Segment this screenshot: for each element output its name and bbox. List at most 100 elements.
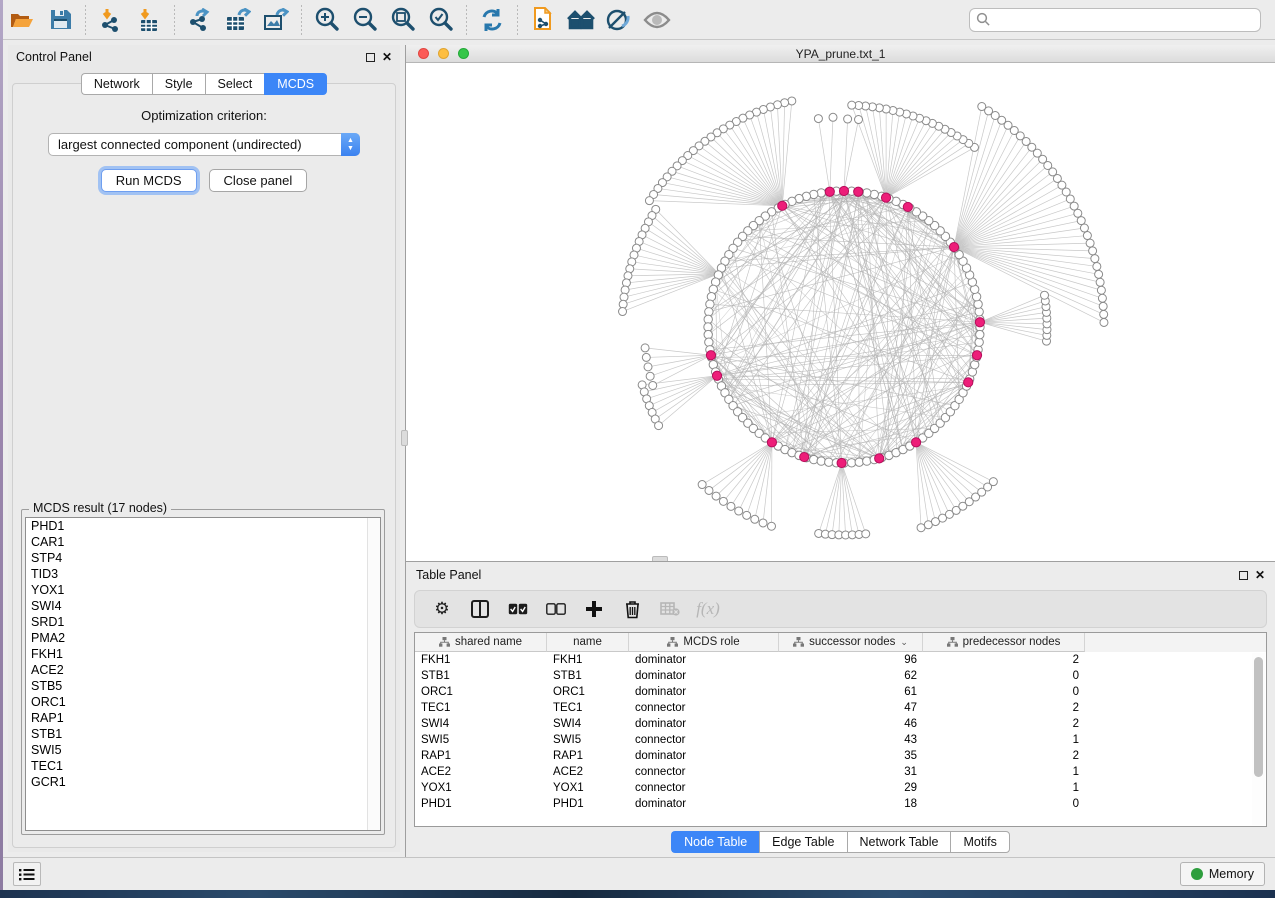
mcds-result-item[interactable]: SWI5 xyxy=(26,742,380,758)
import-table-icon[interactable] xyxy=(130,4,168,36)
table-row[interactable]: FKH1FKH1dominator962 xyxy=(415,652,1266,668)
function-builder-icon: f(x) xyxy=(691,594,725,624)
search-input[interactable] xyxy=(991,13,1254,27)
table-cell: 0 xyxy=(923,670,1085,682)
toggle-style-icon[interactable] xyxy=(600,4,638,36)
mcds-result-item[interactable]: CAR1 xyxy=(26,534,380,550)
table-scrollbar-thumb[interactable] xyxy=(1254,657,1263,777)
mcds-result-item[interactable]: YOX1 xyxy=(26,582,380,598)
column-header-MCDS-role[interactable]: MCDS role xyxy=(629,633,779,652)
table-row[interactable]: ORC1ORC1dominator610 xyxy=(415,684,1266,700)
tab-style[interactable]: Style xyxy=(152,73,205,95)
refresh-network-icon[interactable] xyxy=(473,4,511,36)
mcds-result-item[interactable]: RAP1 xyxy=(26,710,380,726)
show-panels-button[interactable] xyxy=(13,862,41,886)
mcds-result-title: MCDS result (17 nodes) xyxy=(29,501,171,515)
control-panel-title: Control Panel xyxy=(16,50,92,64)
network-graph[interactable] xyxy=(406,63,1274,560)
table-row[interactable]: YOX1YOX1connector291 xyxy=(415,780,1266,796)
delete-column-icon[interactable] xyxy=(615,594,649,624)
tab-edge-table[interactable]: Edge Table xyxy=(759,831,846,853)
column-header-name[interactable]: name xyxy=(547,633,629,652)
deselect-all-icon[interactable] xyxy=(539,594,573,624)
vertical-splitter-handle[interactable] xyxy=(401,430,408,446)
table-row[interactable]: STB1STB1dominator620 xyxy=(415,668,1266,684)
settings-icon[interactable]: ⚙ xyxy=(425,594,459,624)
table-cell: YOX1 xyxy=(547,782,629,794)
table-scrollbar[interactable] xyxy=(1252,653,1265,825)
network-from-file-icon[interactable] xyxy=(524,4,562,36)
table-row[interactable]: SWI4SWI4dominator462 xyxy=(415,716,1266,732)
toggle-visibility-icon[interactable] xyxy=(638,4,676,36)
float-panel-icon[interactable] xyxy=(366,53,375,62)
mcds-result-item[interactable]: STP4 xyxy=(26,550,380,566)
mcds-result-list[interactable]: PHD1CAR1STP4TID3YOX1SWI4SRD1PMA2FKH1ACE2… xyxy=(25,517,381,831)
open-session-icon[interactable] xyxy=(3,4,41,36)
table-row[interactable]: SWI5SWI5connector431 xyxy=(415,732,1266,748)
memory-button[interactable]: Memory xyxy=(1180,862,1265,886)
search-box[interactable] xyxy=(969,8,1261,32)
tab-motifs[interactable]: Motifs xyxy=(950,831,1009,853)
table-cell: ORC1 xyxy=(415,686,547,698)
table-row[interactable]: PHD1PHD1dominator180 xyxy=(415,796,1266,812)
add-column-icon[interactable] xyxy=(577,594,611,624)
table-row[interactable]: TEC1TEC1connector472 xyxy=(415,700,1266,716)
tab-network[interactable]: Network xyxy=(81,73,152,95)
network-canvas[interactable] xyxy=(406,63,1275,561)
toolbar-separator xyxy=(466,5,467,35)
mcds-list-scrollbar[interactable] xyxy=(367,518,380,830)
table-row[interactable]: ACE2ACE2connector311 xyxy=(415,764,1266,780)
table-cell: SWI4 xyxy=(547,718,629,730)
table-cell: 0 xyxy=(923,798,1085,810)
close-panel-button[interactable]: Close panel xyxy=(209,169,308,192)
zoom-in-icon[interactable] xyxy=(308,4,346,36)
export-network-icon[interactable] xyxy=(181,4,219,36)
mcds-result-item[interactable]: FKH1 xyxy=(26,646,380,662)
table-row[interactable]: RAP1RAP1dominator352 xyxy=(415,748,1266,764)
table-cell: 35 xyxy=(779,750,923,762)
home-layout-icon[interactable] xyxy=(562,4,600,36)
mcds-result-item[interactable]: SWI4 xyxy=(26,598,380,614)
mcds-result-item[interactable]: STB1 xyxy=(26,726,380,742)
table-cell: dominator xyxy=(629,718,779,730)
tab-mcds[interactable]: MCDS xyxy=(264,73,327,95)
select-stepper-icon: ▲▼ xyxy=(341,133,360,156)
tab-select[interactable]: Select xyxy=(205,73,265,95)
split-panel-icon[interactable] xyxy=(463,594,497,624)
column-header-successor-nodes[interactable]: successor nodes⌄ xyxy=(779,633,923,652)
tab-network-table[interactable]: Network Table xyxy=(847,831,951,853)
node-table[interactable]: shared namenameMCDS rolesuccessor nodes⌄… xyxy=(414,632,1267,827)
table-cell: FKH1 xyxy=(547,654,629,666)
zoom-out-icon[interactable] xyxy=(346,4,384,36)
column-header-shared-name[interactable]: shared name xyxy=(415,633,547,652)
mcds-result-item[interactable]: TEC1 xyxy=(26,758,380,774)
export-image-icon[interactable] xyxy=(257,4,295,36)
save-session-icon[interactable] xyxy=(41,4,79,36)
table-cell: SWI4 xyxy=(415,718,547,730)
mcds-result-item[interactable]: SRD1 xyxy=(26,614,380,630)
mcds-result-item[interactable]: PMA2 xyxy=(26,630,380,646)
column-header-predecessor-nodes[interactable]: predecessor nodes xyxy=(923,633,1085,652)
mcds-result-item[interactable]: ORC1 xyxy=(26,694,380,710)
import-network-icon[interactable] xyxy=(92,4,130,36)
zoom-selected-icon[interactable] xyxy=(422,4,460,36)
mcds-result-item[interactable]: TID3 xyxy=(26,566,380,582)
close-panel-icon[interactable]: ✕ xyxy=(382,53,392,62)
control-panel: Control Panel ✕ NetworkStyleSelectMCDS O… xyxy=(8,45,400,852)
table-cell: STB1 xyxy=(547,670,629,682)
run-mcds-button[interactable]: Run MCDS xyxy=(101,169,197,192)
mcds-result-item[interactable]: STB5 xyxy=(26,678,380,694)
float-panel-icon[interactable] xyxy=(1239,571,1248,580)
export-table-icon[interactable] xyxy=(219,4,257,36)
select-all-icon[interactable] xyxy=(501,594,535,624)
zoom-fit-icon[interactable] xyxy=(384,4,422,36)
mcds-result-item[interactable]: PHD1 xyxy=(26,518,380,534)
close-panel-icon[interactable]: ✕ xyxy=(1255,571,1265,580)
criterion-select[interactable]: largest connected component (undirected)… xyxy=(48,133,360,156)
table-cell: dominator xyxy=(629,670,779,682)
tab-node-table[interactable]: Node Table xyxy=(671,831,759,853)
mcds-result-item[interactable]: GCR1 xyxy=(26,774,380,790)
mcds-result-item[interactable]: ACE2 xyxy=(26,662,380,678)
network-window-titlebar[interactable]: YPA_prune.txt_1 xyxy=(406,45,1275,63)
table-panel-header: Table Panel ✕ xyxy=(406,562,1275,588)
